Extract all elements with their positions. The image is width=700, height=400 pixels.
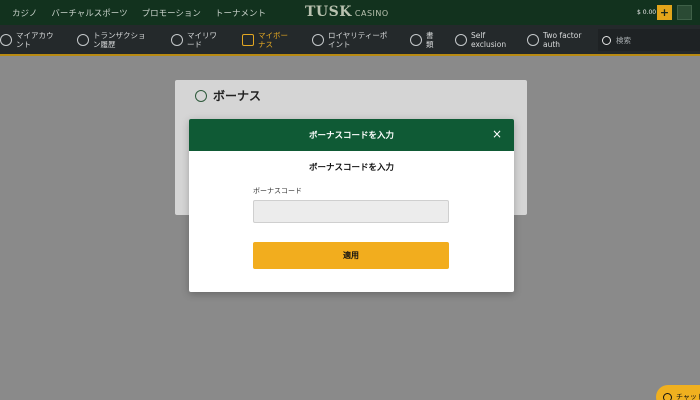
subnav-two-factor-auth[interactable]: Two factor auth: [527, 25, 581, 54]
nav-promotions[interactable]: プロモーション: [142, 7, 201, 19]
bonus-code-input[interactable]: [253, 200, 449, 223]
subnav-my-rewards[interactable]: マイリワ ード: [171, 25, 217, 54]
subnav-documents[interactable]: 書 類: [410, 25, 434, 54]
search-placeholder: 検索: [616, 35, 631, 45]
brand-name: TUSK: [305, 4, 352, 20]
top-bar: カジノ バーチャルスポーツ プロモーション トーナメント TUSK CASINO…: [0, 0, 700, 25]
subnav-label: トランザクショ ン履歴: [93, 30, 146, 49]
bonus-icon: [195, 89, 207, 102]
shield-icon: [410, 33, 422, 46]
chat-button[interactable]: チャット: [656, 385, 700, 400]
account-nav: マイアカウ ント トランザクショ ン履歴 マイリワ ード マイボー ナス ロイヤ…: [0, 25, 700, 56]
key-icon: [527, 33, 539, 46]
subnav-label: マイリワ ード: [187, 30, 217, 49]
main-nav: カジノ バーチャルスポーツ プロモーション トーナメント: [12, 0, 266, 25]
bonus-code-modal: ボーナスコードを入力 × ボーナスコードを入力 ボーナスコード 適用: [189, 119, 514, 292]
search-box[interactable]: 検索: [598, 29, 700, 51]
menu-button[interactable]: [677, 5, 692, 20]
gift-icon: [242, 33, 254, 46]
user-icon: [0, 33, 12, 46]
lock-icon: [455, 33, 467, 46]
apply-button[interactable]: 適用: [253, 242, 449, 269]
modal-header: ボーナスコードを入力 ×: [189, 119, 514, 151]
brand-logo[interactable]: TUSK CASINO: [305, 4, 389, 22]
brand-subname: CASINO: [354, 9, 389, 18]
subnav-label: 書 類: [426, 30, 434, 49]
subnav-loyalty-points[interactable]: ロイヤリティーポ イント: [312, 25, 387, 54]
deposit-button[interactable]: +: [657, 5, 672, 20]
chat-icon: [663, 392, 672, 400]
subnav-label: マイアカウ ント: [16, 30, 54, 49]
modal-subtitle: ボーナスコードを入力: [308, 163, 394, 173]
subnav-label: ロイヤリティーポ イント: [328, 30, 388, 49]
subnav-my-account[interactable]: マイアカウ ント: [0, 25, 54, 54]
search-icon: [602, 35, 611, 45]
nav-tournaments[interactable]: トーナメント: [215, 7, 266, 19]
modal-title: ボーナスコードを入力: [308, 131, 394, 141]
nav-casino[interactable]: カジノ: [12, 7, 37, 19]
subnav-label: Self exclusion: [471, 30, 507, 49]
history-icon: [77, 33, 89, 46]
nav-virtual-sports[interactable]: バーチャルスポーツ: [51, 7, 127, 19]
chat-label: チャット: [676, 393, 700, 400]
subnav-transaction-history[interactable]: トランザクショ ン履歴: [77, 25, 146, 54]
page-title: ボーナス: [213, 89, 262, 103]
star-icon: [312, 33, 324, 46]
reward-icon: [171, 33, 183, 46]
subnav-self-exclusion[interactable]: Self exclusion: [455, 25, 506, 54]
bonus-card-header: ボーナス: [195, 87, 261, 104]
subnav-label: マイボー ナス: [258, 30, 288, 49]
subnav-my-bonus[interactable]: マイボー ナス: [242, 25, 288, 54]
balance: $ 0.00: [637, 9, 657, 16]
bonus-code-label: ボーナスコード: [253, 187, 302, 195]
close-icon[interactable]: ×: [490, 127, 504, 141]
subnav-label: Two factor auth: [543, 30, 582, 49]
